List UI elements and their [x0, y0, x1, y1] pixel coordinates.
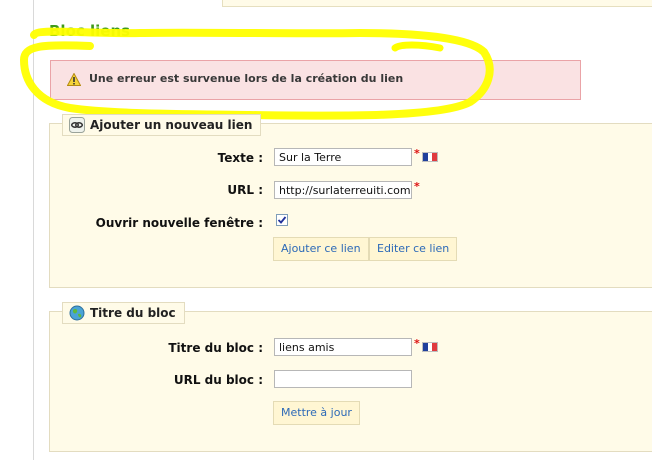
top-panel-edge	[222, 0, 652, 7]
edit-link-button[interactable]: Editer ce lien	[369, 237, 458, 261]
update-button[interactable]: Mettre à jour	[273, 401, 360, 425]
link-icon	[69, 117, 85, 133]
text-field-label: Texte :	[217, 151, 263, 165]
error-message-box: Une erreur est survenue lors de la créat…	[50, 60, 581, 100]
block-title-label: Titre du bloc :	[168, 341, 263, 355]
warning-icon	[67, 73, 81, 86]
block-url-input[interactable]	[274, 370, 412, 388]
add-link-button[interactable]: Ajouter ce lien	[273, 237, 369, 261]
block-title-panel: Titre du bloc Titre du bloc : liens amis…	[49, 302, 652, 452]
required-marker: *	[414, 147, 420, 160]
french-flag-icon[interactable]	[422, 342, 438, 352]
required-marker: *	[414, 337, 420, 350]
content-left-border	[33, 0, 34, 460]
section-title: Bloc liens	[49, 22, 131, 40]
new-window-checkbox[interactable]	[276, 214, 288, 226]
add-link-panel: Ajouter un nouveau lien Texte : Sur la T…	[49, 114, 652, 288]
block-title-legend-label: Titre du bloc	[90, 306, 176, 320]
url-field-label: URL :	[227, 183, 263, 197]
error-message-text: Une erreur est survenue lors de la créat…	[89, 72, 404, 85]
globe-icon	[69, 305, 85, 321]
checkmark-icon	[277, 216, 287, 224]
add-link-legend: Ajouter un nouveau lien	[62, 114, 262, 136]
block-url-label: URL du bloc :	[173, 373, 263, 387]
add-link-legend-label: Ajouter un nouveau lien	[90, 118, 253, 132]
block-title-legend: Titre du bloc	[62, 302, 185, 324]
french-flag-icon[interactable]	[422, 152, 438, 162]
url-input[interactable]: http://surlaterreuiti.com	[274, 181, 412, 199]
required-marker: *	[414, 180, 420, 193]
text-input[interactable]: Sur la Terre	[274, 148, 412, 166]
block-title-input[interactable]: liens amis	[274, 338, 412, 356]
new-window-label: Ouvrir nouvelle fenêtre :	[95, 216, 263, 230]
